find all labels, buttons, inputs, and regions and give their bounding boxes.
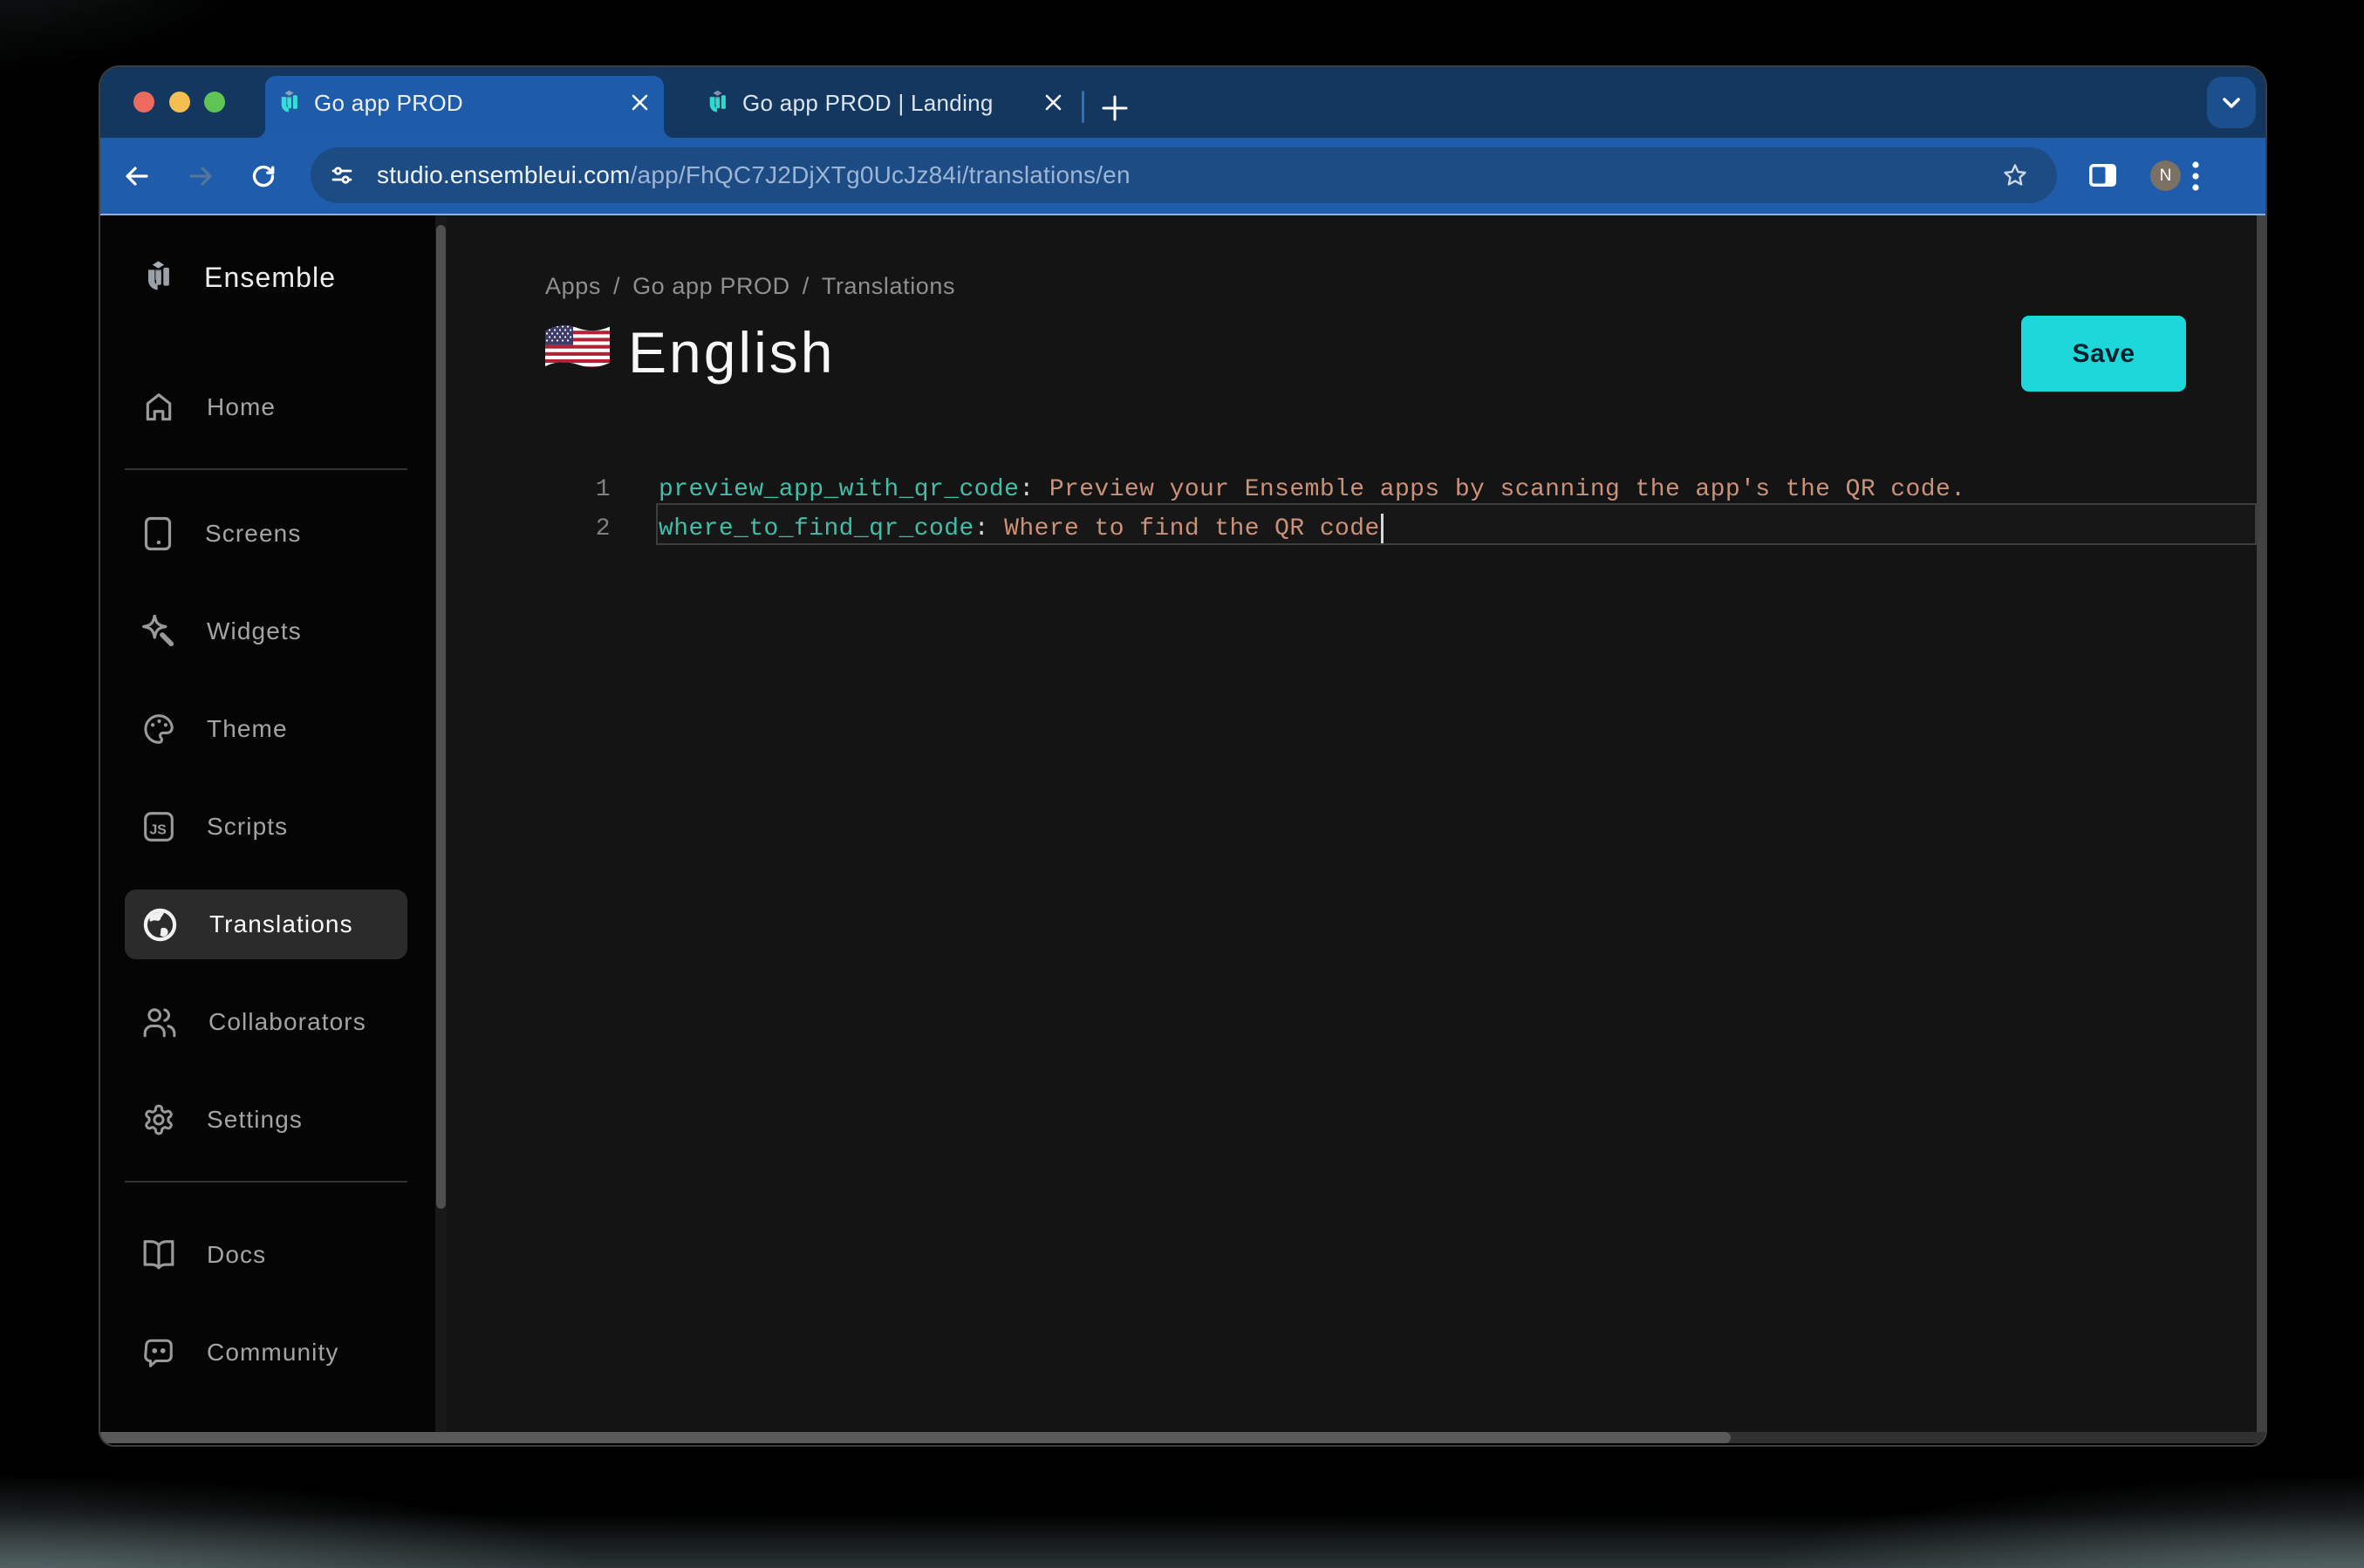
svg-text:JS: JS bbox=[149, 822, 166, 837]
